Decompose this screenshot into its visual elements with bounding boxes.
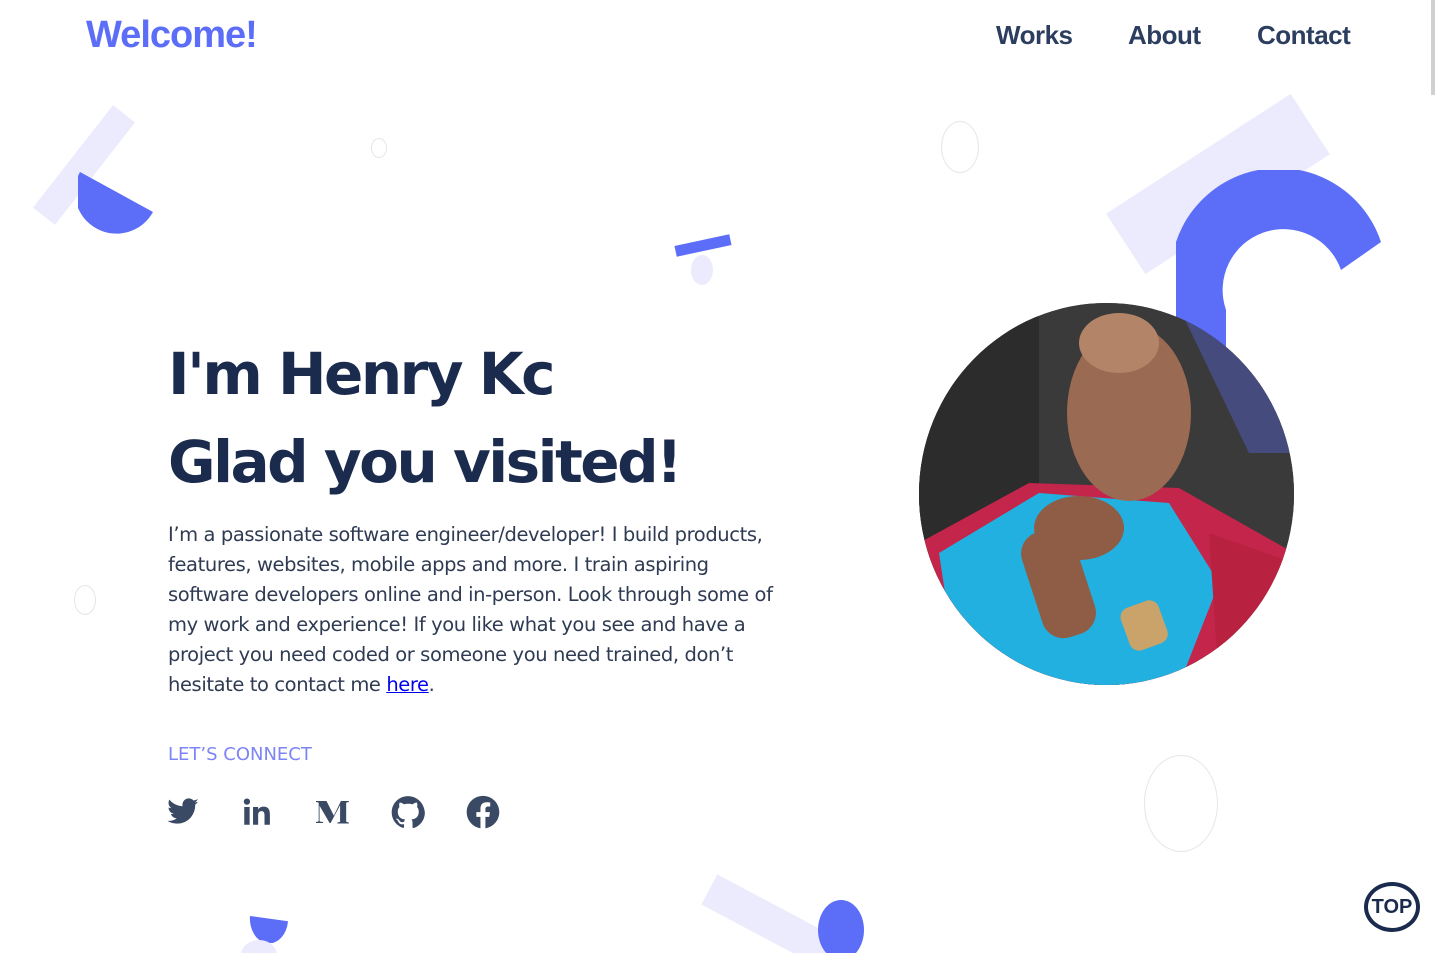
twitter-icon — [167, 798, 199, 824]
linkedin-icon — [243, 798, 270, 825]
logo-link[interactable]: Welcome! — [86, 14, 258, 57]
twitter-link[interactable] — [166, 795, 202, 831]
intro-end: . — [428, 673, 435, 696]
connect-label: LET’S CONNECT — [168, 744, 312, 765]
decor-half-circle-top-left — [74, 172, 154, 244]
hero-title: I'm Henry Kc — [168, 340, 556, 408]
decor-dash-center — [674, 234, 732, 257]
decor-circle-bottom — [818, 900, 864, 953]
nav-item-about[interactable]: About — [1128, 20, 1201, 51]
decor-ring-top-center — [941, 121, 979, 173]
profile-photo — [919, 303, 1294, 685]
decor-ring-small — [371, 138, 387, 158]
contact-here-link[interactable]: here — [386, 673, 429, 696]
page-scrollbar[interactable] — [1431, 0, 1435, 95]
decor-dot-center — [691, 255, 713, 285]
nav-item-contact[interactable]: Contact — [1257, 20, 1351, 51]
intro-text: I’m a passionate software engineer/devel… — [168, 523, 773, 696]
medium-icon — [316, 800, 349, 824]
github-icon — [391, 796, 425, 829]
page: Welcome! Works About Contact I'm Henry K… — [0, 0, 1435, 953]
facebook-icon — [466, 795, 500, 829]
scroll-to-top-button[interactable]: TOP — [1364, 882, 1420, 932]
medium-link[interactable] — [316, 795, 352, 831]
decor-ring-left — [74, 585, 96, 615]
linkedin-link[interactable] — [240, 795, 276, 831]
decor-ring-bottom-right — [1144, 755, 1218, 852]
decor-half-circle-bottom — [249, 915, 289, 944]
hero-subtitle: Glad you visited! — [168, 428, 683, 496]
hero-intro: I’m a passionate software engineer/devel… — [168, 520, 793, 700]
hero-headline: I'm Henry Kc Glad you visited! — [168, 330, 683, 506]
nav-item-works[interactable]: Works — [996, 20, 1073, 51]
github-link[interactable] — [391, 795, 427, 831]
facebook-link[interactable] — [466, 795, 502, 831]
